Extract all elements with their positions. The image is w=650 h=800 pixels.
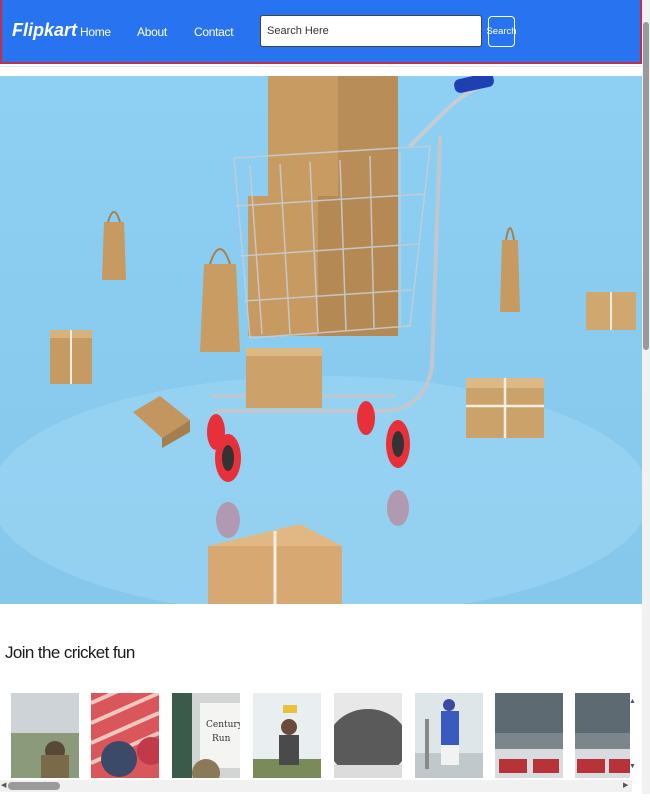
search-input[interactable] [260, 15, 482, 47]
cricket-thumbnail[interactable] [415, 693, 483, 778]
brand-logo[interactable]: Flipkart [12, 20, 77, 41]
bottom-edge [0, 794, 650, 800]
cricket-thumbnail[interactable] [253, 693, 321, 778]
cricket-thumbnail[interactable] [575, 693, 630, 778]
nav-link-contact[interactable]: Contact [194, 25, 234, 39]
nav-divider [0, 66, 642, 67]
nav-link-about[interactable]: About [137, 25, 167, 39]
scroll-right-arrow-icon[interactable]: ▶ [623, 781, 628, 789]
cricket-thumbnail[interactable] [495, 693, 563, 778]
hero-banner [0, 76, 642, 604]
horizontal-scroll-thumb[interactable] [8, 782, 60, 790]
scroll-left-arrow-icon[interactable]: ◀ [1, 781, 6, 789]
svg-text:Run: Run [212, 734, 231, 744]
horizontal-scrollbar[interactable] [0, 780, 632, 792]
cricket-thumbnail[interactable] [334, 693, 402, 778]
paper-bag-left [102, 211, 126, 280]
shopping-cart-illustration [0, 76, 642, 604]
svg-text:Century: Century [206, 720, 240, 730]
cricket-thumbnail[interactable] [11, 693, 79, 778]
scroll-up-arrow-icon[interactable]: ▲ [629, 698, 636, 705]
scroll-down-arrow-icon[interactable]: ▼ [629, 763, 636, 770]
nav-link-home[interactable]: Home [80, 25, 111, 39]
section-title: Join the cricket fun [5, 643, 135, 662]
cricket-thumbnail[interactable] [91, 693, 159, 778]
navbar: Flipkart Home About Contact Search [0, 0, 642, 64]
paper-bag-center [200, 248, 240, 352]
cricket-thumbnail[interactable]: Century Run [172, 693, 240, 778]
paper-bag-right [500, 227, 520, 312]
vertical-scroll-thumb[interactable] [643, 22, 649, 350]
search-button[interactable]: Search [486, 16, 517, 47]
